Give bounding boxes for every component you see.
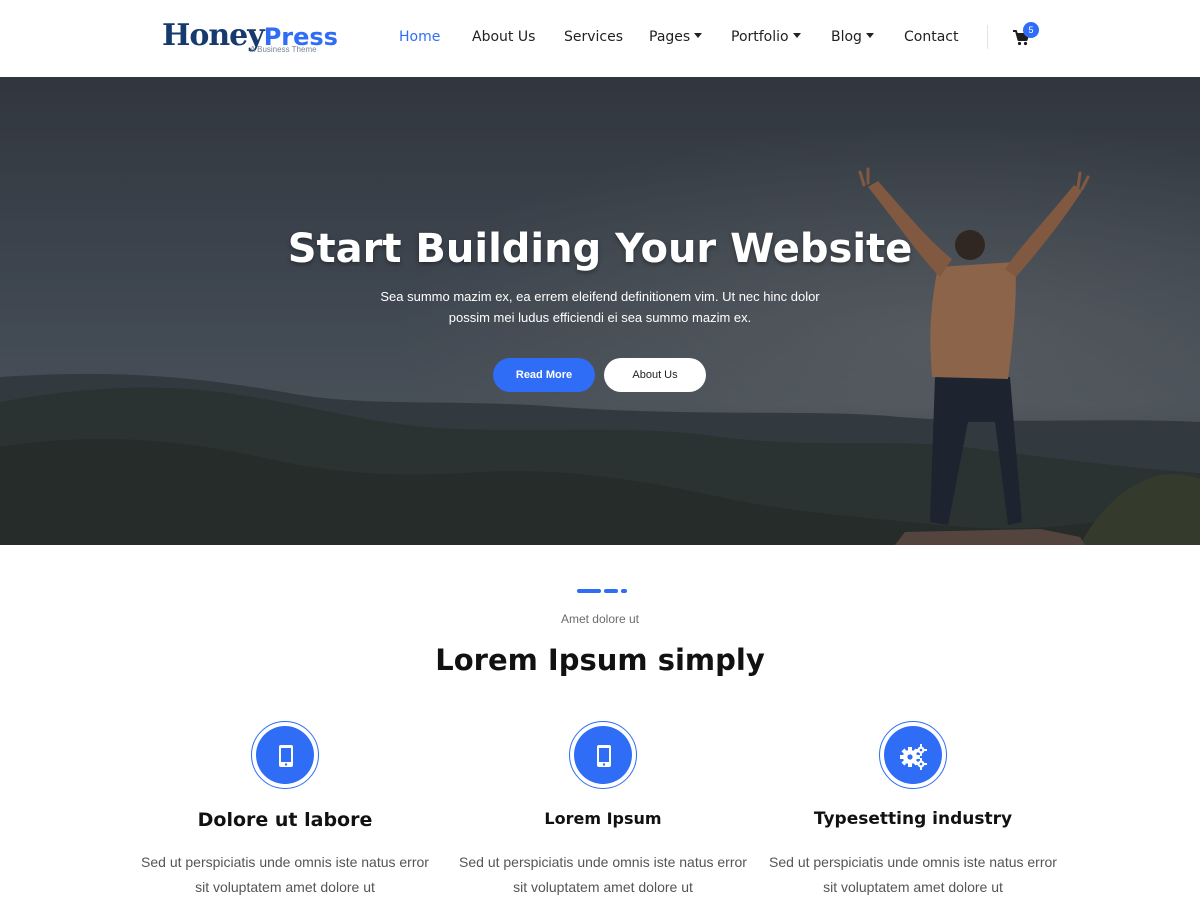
nav-item-label: Home <box>399 29 441 45</box>
feature-title: Typesetting industry <box>813 809 1013 829</box>
about-us-button[interactable]: About Us <box>604 358 706 392</box>
logo-name-part1: Honey <box>162 18 265 53</box>
nav-item-label: Blog <box>831 29 862 45</box>
gears-icon <box>900 744 927 770</box>
section-title: Lorem Ipsum simply <box>435 643 765 677</box>
nav-item-label: About Us <box>472 29 536 45</box>
mobile-phone-icon <box>597 745 611 767</box>
feature-icon-circle[interactable] <box>251 721 319 789</box>
divider-dash <box>621 589 627 593</box>
hero-title: Start Building Your Website <box>287 226 913 272</box>
nav-item-about-us[interactable]: About Us <box>472 29 535 45</box>
divider-dash <box>604 589 618 593</box>
nav-item-services[interactable]: Services <box>564 29 623 45</box>
feature-text: Sed ut perspiciatis unde omnis iste natu… <box>769 854 1057 895</box>
nav-item-label: Services <box>564 29 624 45</box>
nav-item-portfolio[interactable]: Portfolio <box>731 29 801 45</box>
nav-item-contact[interactable]: Contact <box>904 29 958 45</box>
site-header: HoneyPress A Business Theme Home About U… <box>0 0 1200 77</box>
nav-divider <box>987 25 988 49</box>
caret-down-icon <box>694 33 703 38</box>
feature-text: Sed ut perspiciatis unde omnis iste natu… <box>459 854 747 895</box>
nav-item-home[interactable]: Home <box>399 29 440 45</box>
hero-banner: Start Building Your Website Sea summo ma… <box>0 77 1200 545</box>
feature-icon-circle[interactable] <box>569 721 637 789</box>
logo-tagline: A Business Theme <box>250 45 317 54</box>
feature-icon-circle[interactable] <box>879 721 947 789</box>
nav-item-label: Contact <box>904 29 959 45</box>
feature-text: Sed ut perspiciatis unde omnis iste natu… <box>141 854 429 895</box>
caret-down-icon <box>792 33 801 38</box>
nav-item-label: Portfolio <box>731 29 789 45</box>
section-kicker: Amet dolore ut <box>560 612 640 626</box>
feature-title: Dolore ut labore <box>197 809 373 831</box>
nav-item-blog[interactable]: Blog <box>831 29 874 45</box>
nav-item-label: Pages <box>649 29 691 45</box>
caret-down-icon <box>865 33 874 38</box>
read-more-button[interactable]: Read More <box>493 358 595 392</box>
nav-item-pages[interactable]: Pages <box>649 29 703 45</box>
cart-count-badge: 5 <box>1023 22 1039 38</box>
hero-description: Sea summo mazim ex, ea errem eleifend de… <box>380 289 820 325</box>
site-logo[interactable]: HoneyPress A Business Theme <box>162 18 338 58</box>
feature-title: Lorem Ipsum <box>544 809 662 828</box>
divider-dash <box>577 589 601 593</box>
mobile-phone-icon <box>279 745 293 767</box>
